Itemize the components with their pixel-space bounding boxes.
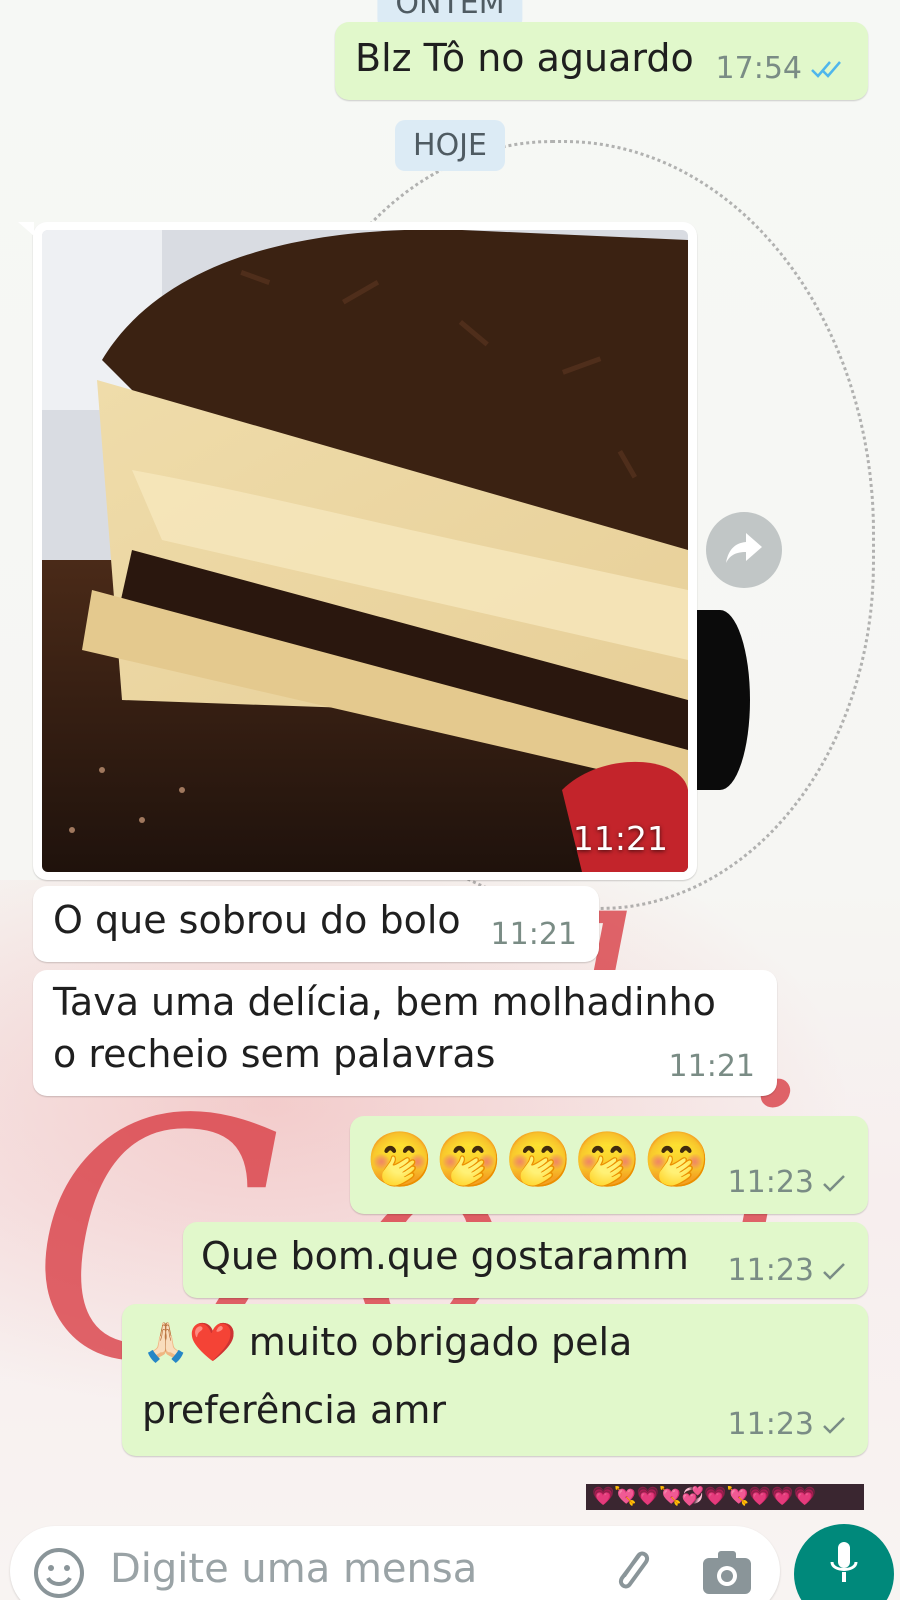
message-text: Que bom.que gostaramm [201,1234,689,1278]
single-check-icon [822,1414,846,1436]
forward-icon [724,531,764,569]
message-outgoing[interactable]: Que bom.que gostaramm 11:23 [183,1222,868,1298]
cake-photo[interactable]: 11:21 [42,230,688,872]
message-text-line-2: o recheio sem palavras [53,1032,496,1076]
microphone-button[interactable] [794,1524,894,1600]
message-input-placeholder: Digite uma mensa [110,1546,478,1592]
message-emojis: 🤭🤭🤭🤭🤭 [366,1128,713,1191]
message-time: 11:23 [727,1165,814,1200]
bubble-tail [18,222,34,236]
single-check-icon [822,1260,846,1282]
single-check-icon [822,1172,846,1194]
date-divider-today: HOJE [395,120,505,171]
message-text: O que sobrou do bolo [53,898,461,942]
paperclip-icon[interactable] [610,1544,654,1600]
sticker-preview[interactable]: 💗💘💗💘💞💗💘💗💗💗 [586,1484,864,1510]
message-text-line-1: 🙏🏻❤️ muito obrigado pela [142,1320,633,1364]
message-time: 11:21 [490,917,577,952]
message-text-line-1: Tava uma delícia, bem molhadinho [53,980,716,1024]
message-time: 11:23 [727,1253,814,1288]
message-time: 17:54 [715,51,802,86]
message-text-line-2: preferência amr [142,1388,447,1432]
message-time: 11:23 [727,1407,814,1442]
message-outgoing[interactable]: 🙏🏻❤️ muito obrigado pela preferência amr… [122,1304,868,1456]
compose-bar: Digite uma mensa [0,1516,900,1600]
message-incoming[interactable]: Tava uma delícia, bem molhadinho o reche… [33,970,777,1096]
message-outgoing[interactable]: Blz Tô no aguardo 17:54 [335,22,868,100]
message-input[interactable]: Digite uma mensa [10,1526,780,1600]
photo-time: 11:21 [572,819,668,858]
cake-image [42,230,688,872]
emoji-icon[interactable] [32,1546,86,1600]
message-incoming[interactable]: O que sobrou do bolo 11:21 [33,886,599,962]
camera-icon[interactable] [700,1546,754,1600]
message-text: Blz Tô no aguardo [355,36,694,80]
message-time: 11:21 [668,1049,755,1084]
double-check-icon [810,58,846,80]
forward-button[interactable] [706,512,782,588]
microphone-icon [829,1540,859,1600]
message-outgoing[interactable]: 🤭🤭🤭🤭🤭 11:23 [350,1116,868,1214]
